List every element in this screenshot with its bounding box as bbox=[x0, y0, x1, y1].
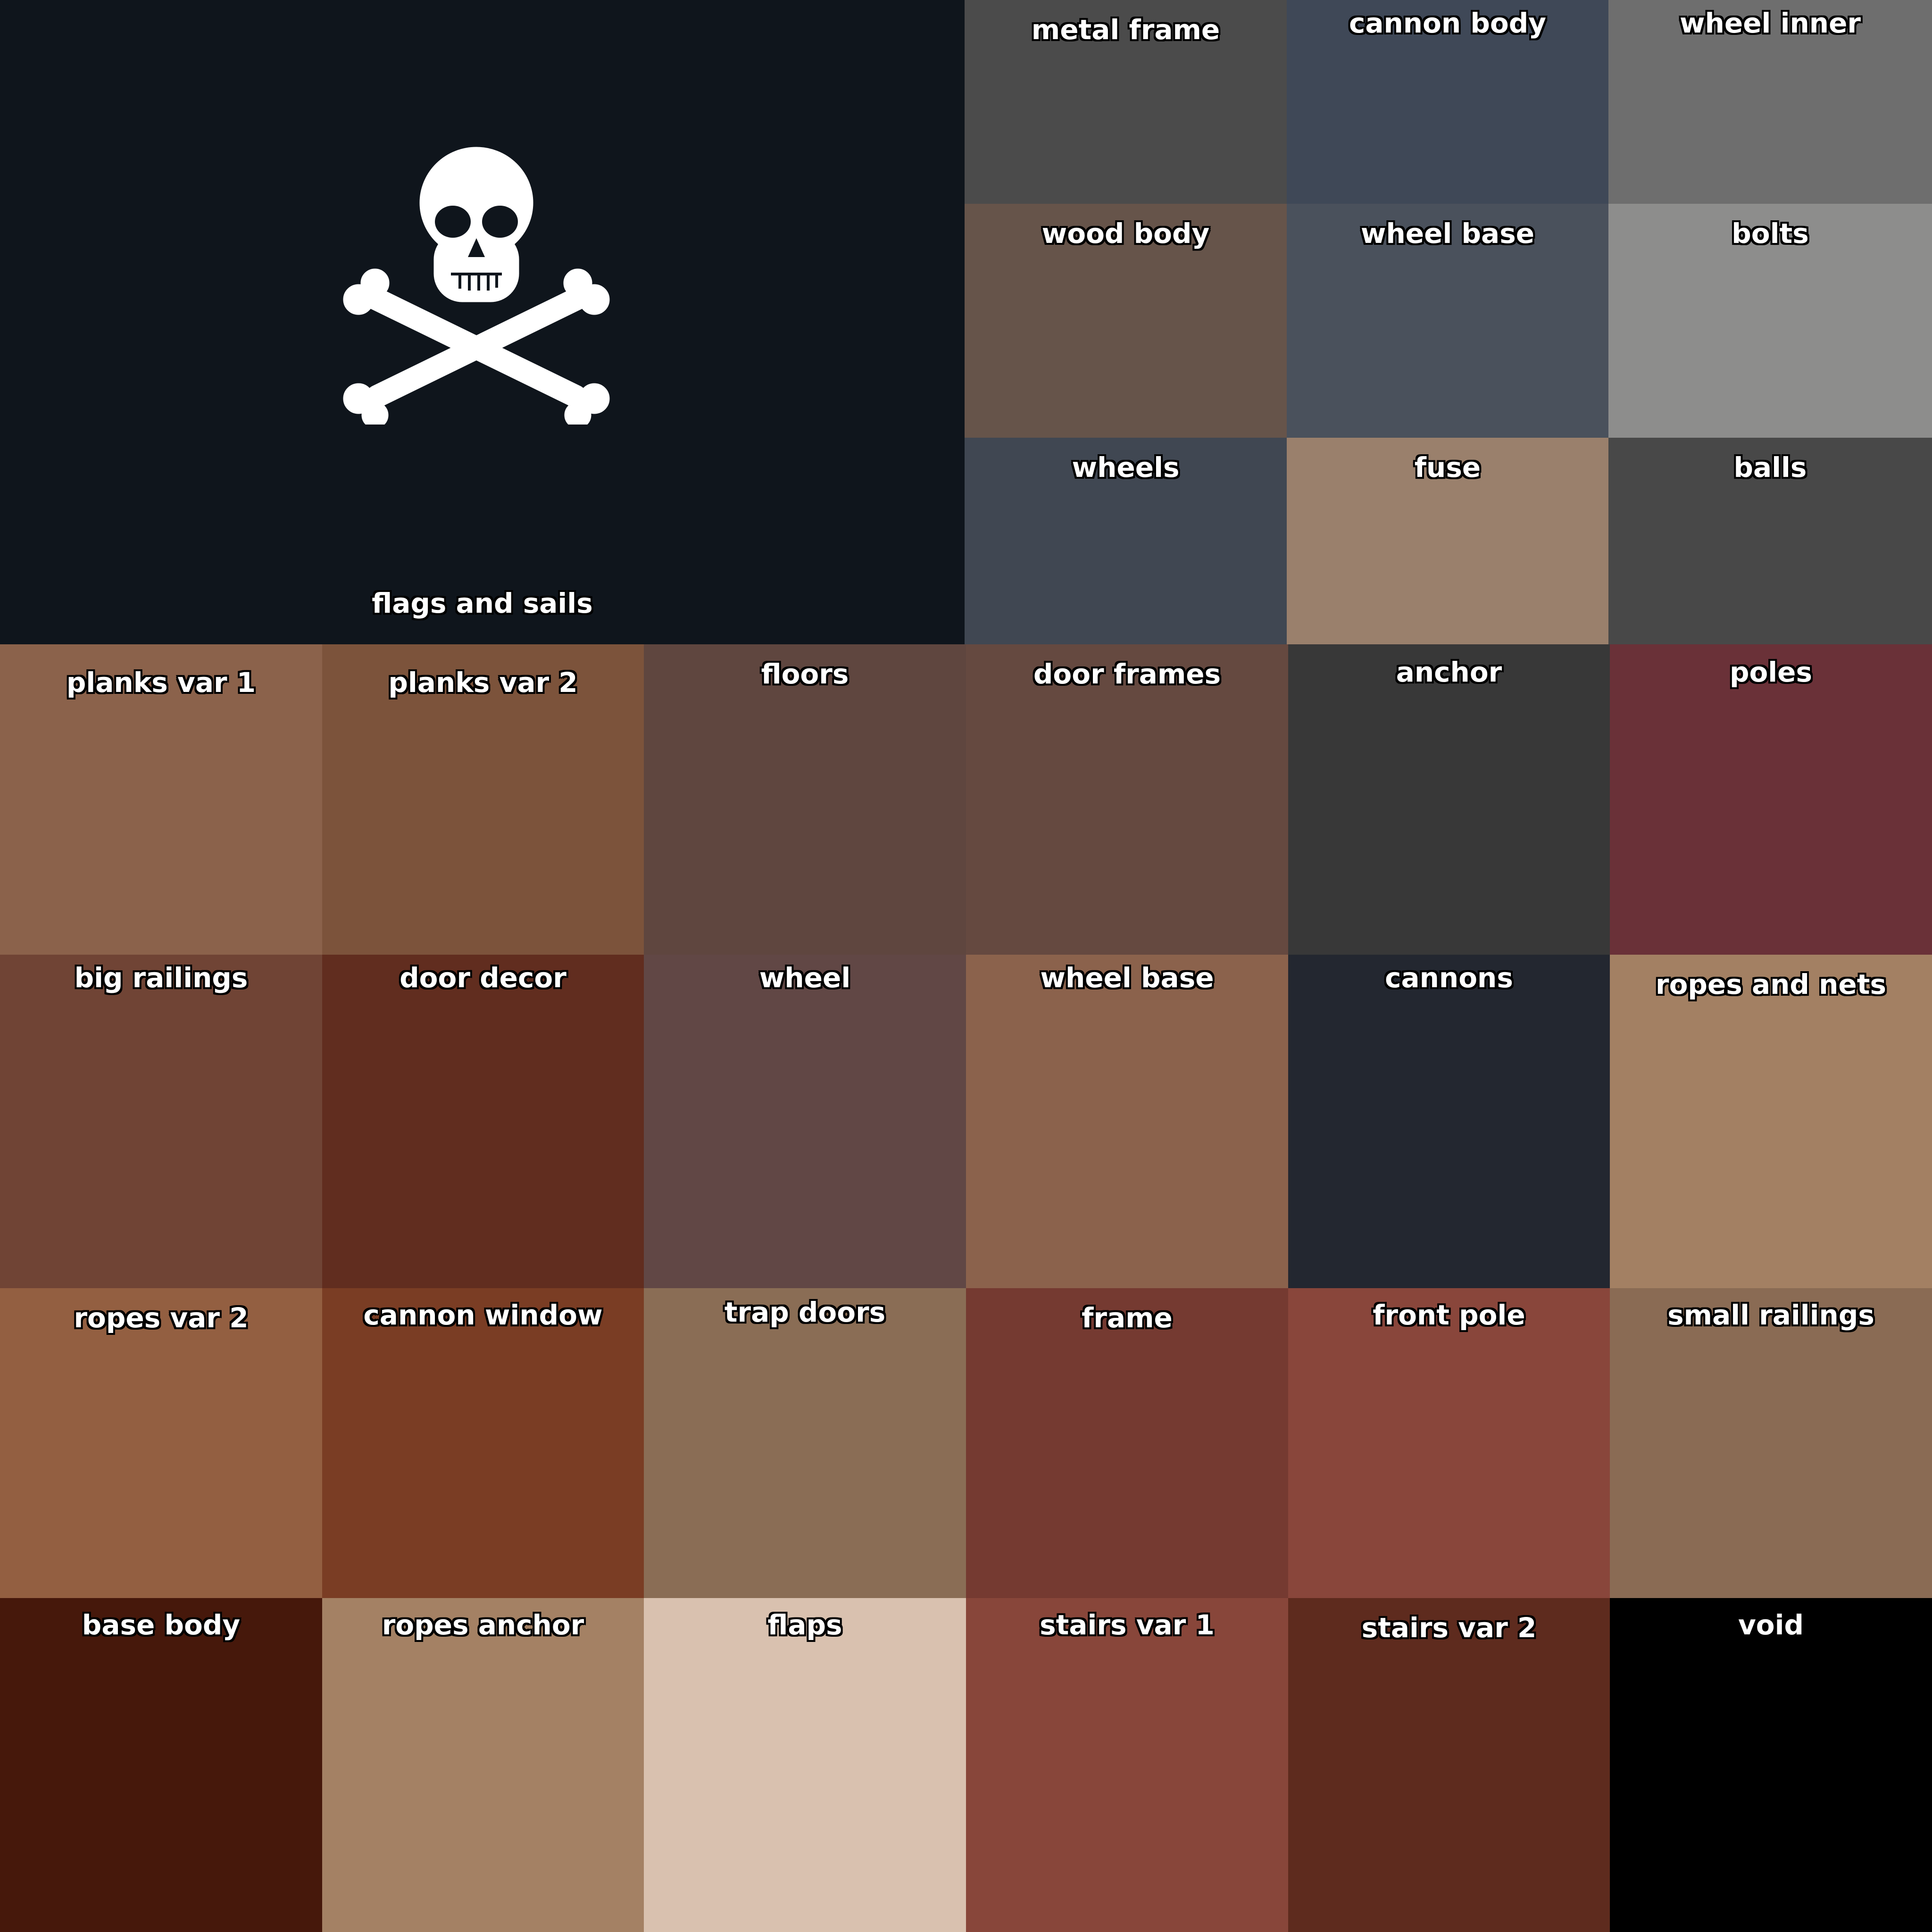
fuse-label: fuse bbox=[1414, 451, 1481, 483]
base-body-label: base body bbox=[82, 1609, 241, 1641]
ropes-var-2-label: ropes var 2 bbox=[73, 1302, 249, 1334]
wheel-base-swatch: wheel base bbox=[966, 955, 1288, 1288]
frame-swatch: frame bbox=[966, 1288, 1288, 1598]
fuse-swatch: fuse bbox=[1287, 438, 1608, 644]
poles-swatch: poles bbox=[1610, 644, 1932, 955]
wheel-swatch: wheel bbox=[644, 955, 966, 1288]
stairs-var-1-label: stairs var 1 bbox=[1039, 1609, 1215, 1641]
wheels-label: wheels bbox=[1072, 451, 1180, 483]
metal-frame-swatch: metal frame bbox=[965, 0, 1287, 204]
cannons-swatch: cannons bbox=[1288, 955, 1610, 1288]
door-decor-label: door decor bbox=[399, 962, 567, 994]
cannon-window-label: cannon window bbox=[363, 1299, 603, 1331]
planks-var-1-label: planks var 1 bbox=[66, 666, 256, 699]
balls-swatch: balls bbox=[1608, 438, 1932, 644]
wheel-base-label: wheel base bbox=[1360, 217, 1535, 250]
wood-body-label: wood body bbox=[1041, 217, 1210, 250]
door-frames-label: door frames bbox=[1033, 658, 1221, 690]
stairs-var-2-swatch: stairs var 2 bbox=[1288, 1598, 1610, 1932]
flags-and-sails-swatch: flags and sails bbox=[0, 0, 965, 644]
bolts-label: bolts bbox=[1731, 217, 1809, 250]
base-body-swatch: base body bbox=[0, 1598, 322, 1932]
trap-doors-label: trap doors bbox=[724, 1296, 886, 1328]
door-frames-swatch: door frames bbox=[966, 644, 1288, 955]
texture-palette: flags and sails metal frame cannon body wh… bbox=[0, 0, 1932, 1932]
floors-swatch: floors bbox=[644, 644, 966, 955]
planks-var-2-label: planks var 2 bbox=[388, 666, 578, 699]
flaps-label: flaps bbox=[767, 1609, 842, 1641]
wheel-base-label: wheel base bbox=[1040, 962, 1214, 994]
ropes-anchor-label: ropes anchor bbox=[382, 1609, 585, 1641]
skull-and-crossbones-icon bbox=[343, 147, 610, 425]
anchor-label: anchor bbox=[1396, 656, 1503, 688]
front-pole-label: front pole bbox=[1372, 1299, 1525, 1331]
cannon-body-label: cannon body bbox=[1349, 7, 1547, 39]
stairs-var-2-label: stairs var 2 bbox=[1361, 1612, 1537, 1644]
big-railings-label: big railings bbox=[74, 962, 249, 994]
metal-frame-label: metal frame bbox=[1031, 14, 1220, 46]
void-swatch: void bbox=[1610, 1598, 1932, 1932]
ropes-anchor-swatch: ropes anchor bbox=[322, 1598, 644, 1932]
front-pole-swatch: front pole bbox=[1288, 1288, 1610, 1598]
ropes-var-2-swatch: ropes var 2 bbox=[0, 1288, 322, 1598]
trap-doors-swatch: trap doors bbox=[644, 1288, 966, 1598]
poles-label: poles bbox=[1729, 656, 1813, 688]
void-label: void bbox=[1738, 1609, 1804, 1641]
bolts-swatch: bolts bbox=[1608, 204, 1932, 438]
door-decor-swatch: door decor bbox=[322, 955, 644, 1288]
planks-var-2-swatch: planks var 2 bbox=[322, 644, 644, 955]
stairs-var-1-swatch: stairs var 1 bbox=[966, 1598, 1288, 1932]
cannon-window-swatch: cannon window bbox=[322, 1288, 644, 1598]
ropes-and-nets-label: ropes and nets bbox=[1655, 968, 1887, 1000]
small-railings-swatch: small railings bbox=[1610, 1288, 1932, 1598]
cannon-body-swatch: cannon body bbox=[1287, 0, 1608, 204]
wheel-inner-label: wheel inner bbox=[1679, 7, 1861, 39]
wheels-swatch: wheels bbox=[965, 438, 1287, 644]
flaps-swatch: flaps bbox=[644, 1598, 966, 1932]
small-railings-label: small railings bbox=[1667, 1299, 1875, 1331]
floors-label: floors bbox=[761, 658, 849, 690]
big-railings-swatch: big railings bbox=[0, 955, 322, 1288]
wheel-label: wheel bbox=[759, 962, 851, 994]
flags-and-sails-label: flags and sails bbox=[371, 587, 593, 619]
frame-label: frame bbox=[1081, 1302, 1173, 1334]
wheel-inner-swatch: wheel inner bbox=[1608, 0, 1932, 204]
ropes-and-nets-swatch: ropes and nets bbox=[1610, 955, 1932, 1288]
wood-body-swatch: wood body bbox=[965, 204, 1287, 438]
planks-var-1-swatch: planks var 1 bbox=[0, 644, 322, 955]
anchor-swatch: anchor bbox=[1288, 644, 1610, 955]
cannons-label: cannons bbox=[1384, 962, 1514, 994]
wheel-base-swatch: wheel base bbox=[1287, 204, 1608, 438]
balls-label: balls bbox=[1733, 451, 1807, 483]
